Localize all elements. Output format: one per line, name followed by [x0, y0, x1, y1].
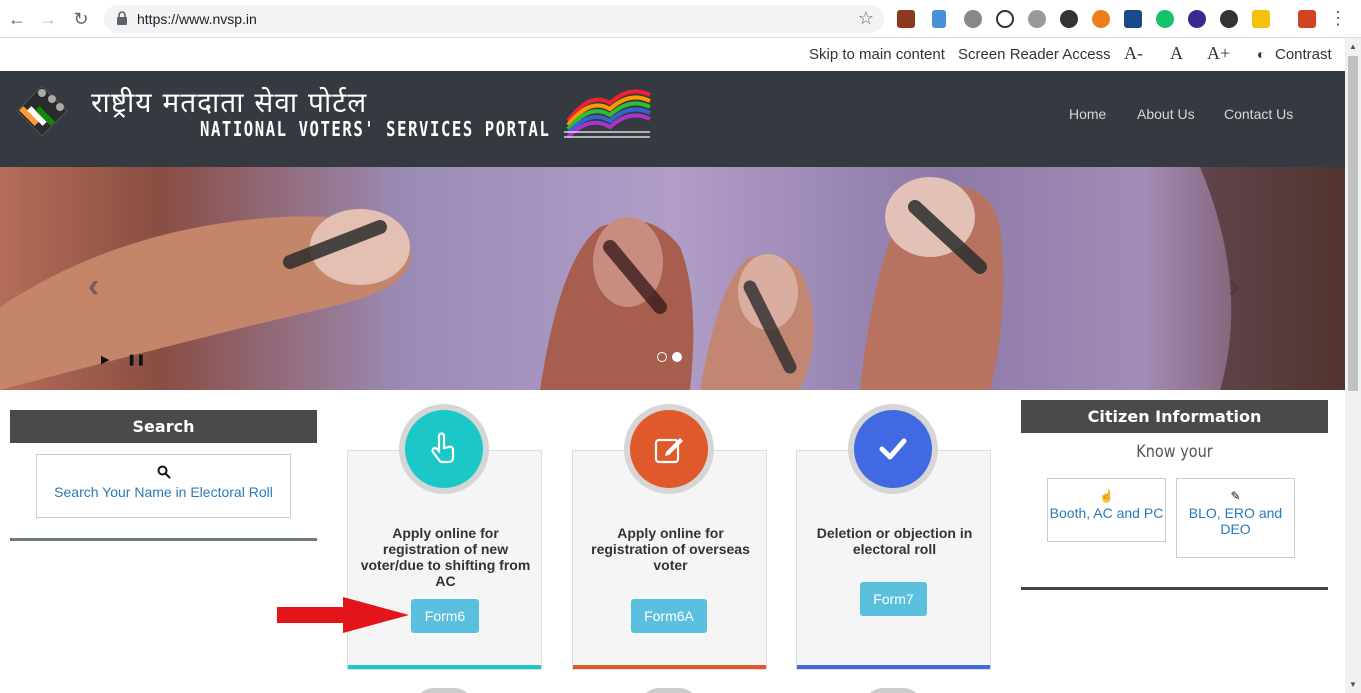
scroll-down-icon[interactable]: ▼: [1349, 680, 1357, 689]
desc-icon[interactable]: [897, 10, 915, 28]
site-title-english: NATIONAL VOTERS' SERVICES PORTAL: [200, 117, 551, 141]
b-icon[interactable]: [1092, 10, 1110, 28]
divider: [1021, 587, 1328, 590]
card-accent-bar: [797, 665, 990, 669]
office-icon[interactable]: [1298, 10, 1316, 28]
divider: [10, 538, 317, 541]
hand-pointer-icon: [431, 432, 455, 464]
form7-button[interactable]: Form7: [860, 582, 927, 616]
back-icon[interactable]: ←: [6, 8, 28, 30]
hand-pointer-icon: ☝: [1099, 489, 1114, 503]
color-icon[interactable]: [1060, 10, 1078, 28]
next-card-badge: [639, 688, 699, 693]
screen-reader-link[interactable]: Screen Reader Access: [958, 46, 1111, 63]
browser-toolbar: ← → ↻ https://www.nvsp.in ☆ ⋮: [0, 0, 1361, 38]
search-name-label: Search Your Name in Electoral Roll: [54, 484, 273, 500]
national-voters-day-logo-icon: [564, 89, 651, 139]
shield-icon[interactable]: [1124, 10, 1142, 28]
know-your-subheading: Know your: [1136, 442, 1213, 462]
search-icon: [37, 465, 290, 482]
card-accent-bar: [348, 665, 541, 669]
hero-carousel[interactable]: ‹ › ▶ ❚❚: [0, 167, 1345, 390]
edit-icon: ✎: [1230, 489, 1241, 503]
nav-home[interactable]: Home: [1069, 106, 1106, 122]
carousel-prev-icon[interactable]: ‹: [88, 267, 99, 306]
font-normal-button[interactable]: A: [1170, 43, 1183, 64]
url-text: https://www.nvsp.in: [137, 11, 257, 27]
form7-description: Deletion or objection in electoral roll: [816, 525, 973, 557]
globe-icon[interactable]: [1028, 10, 1046, 28]
address-bar[interactable]: https://www.nvsp.in ☆: [104, 5, 884, 33]
nav-about-us[interactable]: About Us: [1137, 106, 1195, 122]
bookmark-star-icon[interactable]: ☆: [858, 8, 874, 29]
contrast-button[interactable]: Contrast: [1275, 46, 1332, 63]
contrast-icon: ◐: [1257, 46, 1266, 62]
font-decrease-button[interactable]: A-: [1124, 43, 1143, 64]
check-icon: [879, 438, 907, 460]
speedometer-icon[interactable]: [996, 10, 1014, 28]
booth-ac-pc-label: Booth, AC and PC: [1049, 505, 1164, 521]
nav-contact-us[interactable]: Contact Us: [1224, 106, 1293, 122]
form6a-button[interactable]: Form6A: [631, 599, 707, 633]
carousel-dot-active[interactable]: [672, 352, 682, 362]
grammarly-icon[interactable]: [1156, 10, 1174, 28]
next-card-badge: [863, 688, 923, 693]
eci-logo-icon[interactable]: [12, 81, 70, 139]
gem-icon[interactable]: [1188, 10, 1206, 28]
form6a-icon-badge: [624, 404, 714, 494]
citizen-info-heading: Citizen Information: [1021, 400, 1328, 433]
red-arrow-icon: [277, 597, 409, 633]
scroll-up-icon[interactable]: ▲: [1349, 42, 1357, 51]
blo-ero-deo-link[interactable]: ✎ BLO, ERO and DEO: [1176, 478, 1295, 558]
eyedropper-icon[interactable]: [932, 10, 946, 28]
carousel-dot[interactable]: [657, 352, 667, 362]
play-icon[interactable]: ▶: [101, 353, 109, 366]
accessibility-bar: Skip to main content Screen Reader Acces…: [0, 38, 1345, 71]
booth-ac-pc-link[interactable]: ☝ Booth, AC and PC: [1047, 478, 1166, 542]
site-header: राष्ट्रीय मतदाता सेवा पोर्टल NATIONAL VO…: [0, 71, 1345, 167]
reload-icon[interactable]: ↻: [70, 8, 92, 30]
form6-description: Apply online for registration of new vot…: [360, 525, 531, 589]
carousel-next-icon[interactable]: ›: [1228, 267, 1239, 306]
cube-icon[interactable]: [1252, 10, 1270, 28]
search-heading: Search: [10, 410, 317, 443]
bike-icon[interactable]: [964, 10, 982, 28]
search-name-link[interactable]: Search Your Name in Electoral Roll: [36, 454, 291, 518]
page-scrollbar[interactable]: ▲ ▼: [1345, 38, 1361, 693]
form6-button[interactable]: Form6: [411, 599, 479, 633]
lock-icon: [117, 11, 127, 25]
blo-ero-deo-label: BLO, ERO and DEO: [1188, 505, 1283, 537]
edit-icon: [654, 438, 683, 464]
pause-icon[interactable]: ❚❚: [127, 353, 145, 366]
skip-link[interactable]: Skip to main content: [809, 46, 945, 63]
forward-icon[interactable]: →: [37, 8, 59, 30]
form6a-description: Apply online for registration of oversea…: [591, 525, 750, 573]
font-increase-button[interactable]: A+: [1207, 43, 1230, 64]
form7-icon-badge: [848, 404, 938, 494]
scrollbar-thumb[interactable]: [1348, 56, 1358, 391]
next-card-badge: [414, 688, 474, 693]
site-title-hindi: राष्ट्रीय मतदाता सेवा पोर्टल: [91, 86, 368, 119]
k-icon[interactable]: [1220, 10, 1238, 28]
form6-icon-badge: [399, 404, 489, 494]
menu-icon[interactable]: ⋮: [1329, 8, 1347, 29]
card-accent-bar: [573, 665, 766, 669]
